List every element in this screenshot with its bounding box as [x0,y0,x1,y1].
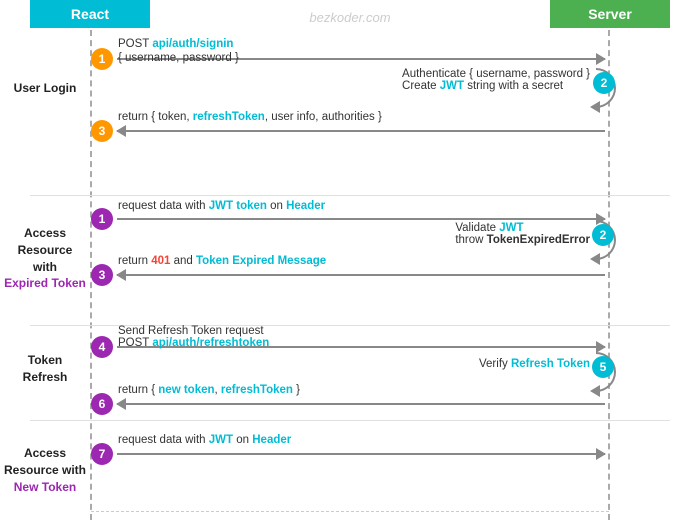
step-circle-9: 6 [91,393,113,415]
section-token-refresh: TokenRefresh [0,352,90,386]
arrow-row-9: 6 [91,393,609,415]
bottom-line [91,511,609,512]
step8-text: Verify Refresh Token [479,358,590,370]
step-circle-4: 1 [91,208,113,230]
section-access-expired: AccessResourcewithExpired Token [0,225,90,292]
step9-text: return { new token, refreshToken } [118,384,300,396]
step-circle-6: 3 [91,264,113,286]
step-circle-1: 1 [91,48,113,70]
section-user-login: User Login [0,80,90,97]
step4-text: request data with JWT token on Header [118,200,325,212]
watermark: bezkoder.com [309,10,390,25]
section-access-new: AccessResource withNew Token [0,445,90,495]
step5-text: Validate JWT throw TokenExpiredError [455,222,590,246]
step-circle-7: 4 [91,336,113,358]
server-header: Server [550,0,670,28]
arrow-row-6: 3 [91,264,609,286]
step2-text: Authenticate { username, password } Crea… [402,68,590,92]
react-header: React [30,0,150,28]
step-circle-3: 3 [91,120,113,142]
step1-subtext: { username, password } [118,52,239,64]
step7-text: Send Refresh Token request POST api/auth… [118,325,269,349]
step6-text: return 401 and Token Expired Message [118,255,326,267]
divider-3 [30,420,670,421]
arrow-row-10: 7 [91,443,609,465]
step3-text: return { token, refreshToken, user info,… [118,111,382,123]
step-circle-10: 7 [91,443,113,465]
divider-1 [30,195,670,196]
step1-text: POST api/auth/signin [118,38,233,50]
arrow-row-3: 3 [91,120,609,142]
step10-text: request data with JWT on Header [118,434,291,446]
